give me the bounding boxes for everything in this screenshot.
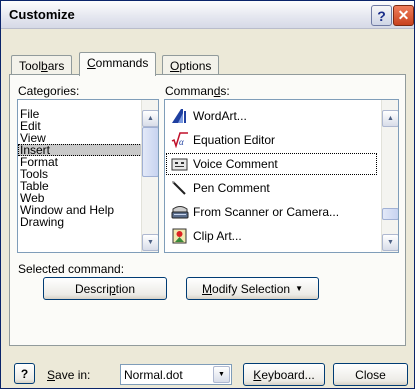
selected-command-label: Selected command:	[18, 262, 125, 276]
command-item-label: Voice Comment	[193, 157, 278, 171]
scroll-thumb[interactable]	[142, 127, 158, 177]
tab-toolbars-label-c: ars	[47, 59, 65, 73]
tab-commands-label-b: ommands	[95, 56, 149, 70]
command-item[interactable]: WordArt...	[165, 104, 378, 128]
equation-icon: α	[171, 132, 189, 149]
tab-toolbars-label-b: b	[41, 59, 48, 73]
scroll-up-arrow-icon[interactable]: ▲	[382, 110, 398, 127]
commands-label: Commands:	[165, 84, 230, 98]
customize-dialog: Customize ? ✕ Toolbars Commands Options …	[0, 0, 415, 389]
title-bar: Customize ? ✕	[1, 1, 414, 29]
help-button[interactable]: ?	[371, 5, 392, 26]
save-in-label: Save in:	[47, 368, 91, 382]
command-item[interactable]: α Equation Editor	[165, 128, 378, 152]
dropdown-arrow-icon: ▼	[295, 284, 303, 293]
scanner-icon	[171, 204, 189, 220]
tab-options-label-a: O	[170, 59, 180, 73]
tab-toolbars-label-a: Tool	[19, 59, 42, 73]
scroll-thumb[interactable]	[382, 208, 398, 220]
command-item-label: WordArt...	[193, 109, 247, 123]
command-item[interactable]: From Scanner or Camera...	[165, 200, 378, 224]
pen-icon	[171, 180, 189, 196]
tab-commands[interactable]: Commands	[79, 52, 157, 76]
command-item-label: Equation Editor	[193, 133, 276, 147]
help-question-icon: ?	[20, 366, 29, 381]
command-item[interactable]: Voice Comment	[165, 152, 378, 176]
scroll-down-arrow-icon[interactable]: ▼	[142, 234, 158, 251]
commands-scrollbar[interactable]: ▲ ▼	[381, 100, 398, 252]
clip-art-icon	[171, 228, 189, 244]
command-item[interactable]: Clip Art...	[165, 224, 378, 248]
commands-list[interactable]: WordArt... α Equation Editor Voice Comment P…	[164, 99, 399, 253]
close-icon: ✕	[397, 7, 410, 23]
close-window-button[interactable]: ✕	[393, 5, 414, 26]
scroll-up-arrow-icon[interactable]: ▲	[142, 110, 158, 127]
command-item[interactable]: Pen Comment	[165, 176, 378, 200]
voice-comment-icon	[171, 156, 189, 172]
command-item-label: Clip Art...	[193, 229, 242, 243]
window-title: Customize	[9, 7, 75, 22]
keyboard-button[interactable]: Keyboard...	[243, 363, 325, 386]
close-button[interactable]: Close	[333, 363, 408, 386]
category-item[interactable]: Drawing	[18, 216, 158, 228]
tab-toolbars[interactable]: Toolbars	[11, 55, 73, 75]
wordart-icon	[171, 108, 189, 124]
help-question-button[interactable]: ?	[14, 363, 35, 384]
command-item-label: From Scanner or Camera...	[193, 205, 340, 219]
description-button[interactable]: Descri p tion	[43, 277, 167, 300]
categories-label: Categories:	[18, 84, 80, 98]
tab-options-label-b: ptions	[179, 59, 212, 73]
tab-options[interactable]: Options	[162, 55, 220, 75]
modify-selection-button[interactable]: Modify Selection ▼	[186, 277, 319, 300]
categories-scrollbar[interactable]: ▲ ▼	[141, 100, 158, 252]
save-in-value: Normal.dot	[124, 368, 183, 382]
tab-commands-label-a: C	[87, 56, 96, 70]
svg-text:α: α	[179, 137, 184, 147]
chevron-down-icon[interactable]: ▼	[213, 366, 230, 383]
categories-list[interactable]: File Edit View Insert Format Tools Table Web Win…	[17, 99, 159, 253]
question-mark-icon: ?	[377, 7, 386, 24]
command-item-label: Pen Comment	[193, 181, 270, 195]
save-in-select[interactable]: Normal.dot ▼	[120, 364, 232, 385]
scroll-down-arrow-icon[interactable]: ▼	[382, 234, 398, 251]
